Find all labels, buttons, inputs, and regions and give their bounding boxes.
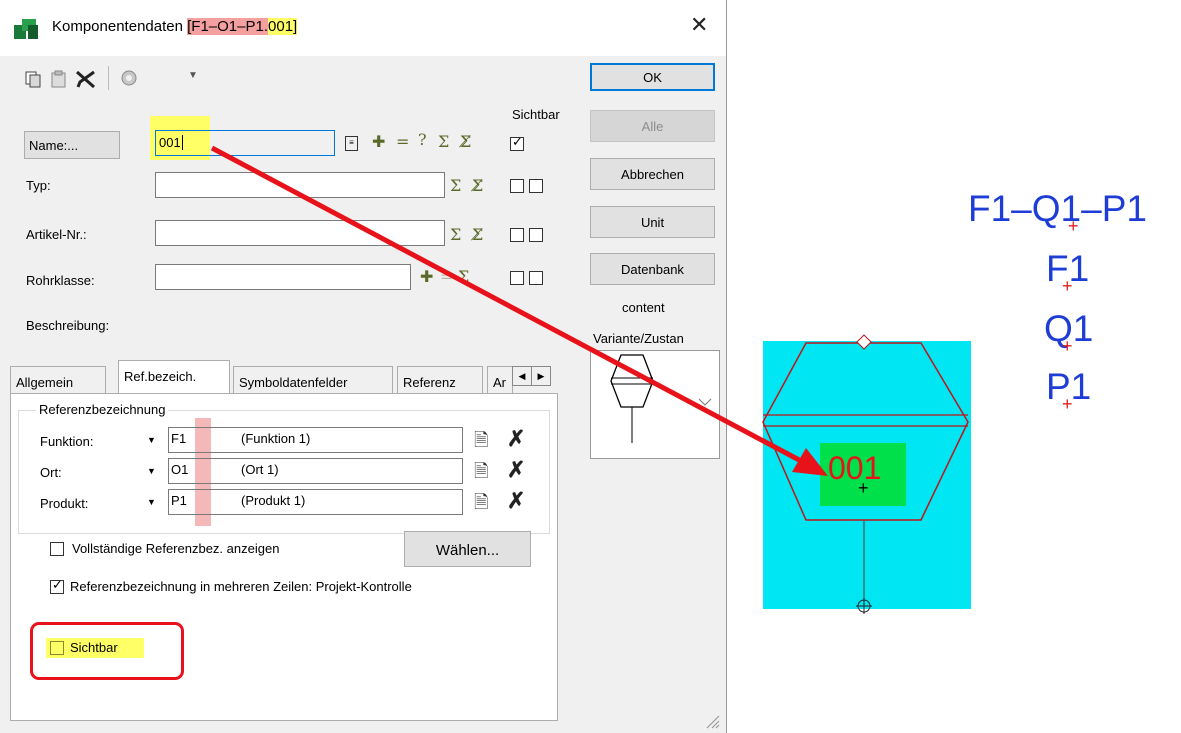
insert-point-icon: +	[1062, 276, 1073, 296]
ref-full-label: F1–Q1–P1	[968, 188, 1147, 229]
insert-point-icon: +	[1062, 336, 1073, 356]
insert-point-icon: +	[1062, 394, 1073, 414]
insert-point-icon: +	[1068, 216, 1079, 236]
annotation-arrow	[210, 145, 828, 476]
